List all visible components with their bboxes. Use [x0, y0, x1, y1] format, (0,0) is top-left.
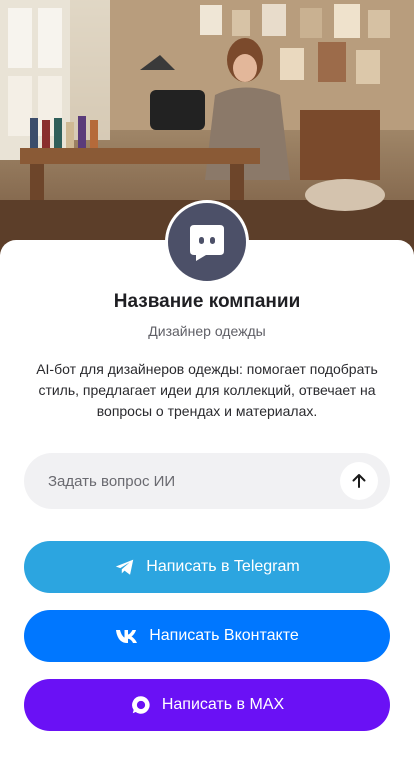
max-button-label: Написать в MAX: [161, 696, 285, 713]
vk-button[interactable]: Написать Вконтакте: [24, 610, 390, 662]
vk-button-label: Написать Вконтакте: [149, 627, 299, 644]
vk-icon: [116, 630, 138, 643]
avatar: [165, 200, 249, 284]
company-subtitle: Дизайнер одежды: [148, 323, 266, 339]
chat-bubble-icon: [190, 225, 224, 261]
telegram-button-label: Написать в Telegram: [146, 558, 300, 575]
ask-ai-input[interactable]: [48, 453, 328, 509]
send-button[interactable]: [340, 462, 378, 500]
arrow-up-icon: [352, 474, 366, 488]
company-name: Название компании: [113, 291, 301, 312]
max-button[interactable]: Написать в MAX: [24, 679, 390, 731]
company-description: AI-бот для дизайнеров одежды: помогает п…: [36, 361, 378, 419]
telegram-icon: [116, 559, 134, 575]
ask-ai-field[interactable]: [24, 453, 390, 509]
max-icon: [131, 696, 150, 714]
telegram-button[interactable]: Написать в Telegram: [24, 541, 390, 593]
